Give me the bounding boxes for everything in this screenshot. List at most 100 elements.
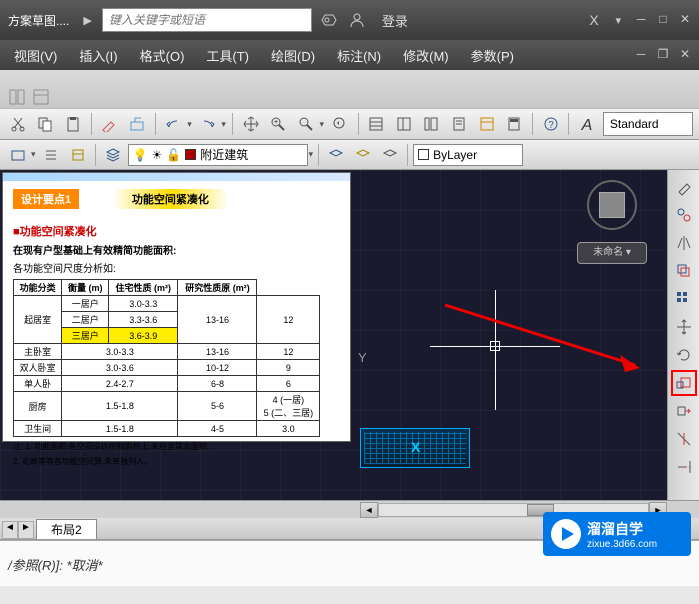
close-button[interactable]: ✕ <box>675 12 695 28</box>
layers-toolbar: ▾ 💡 ☀ 🔓 附近建筑 ▾ ByLayer <box>0 140 699 170</box>
watermark-title: 溜溜自学 <box>587 519 657 539</box>
erase-icon[interactable] <box>671 174 697 200</box>
properties-icon[interactable] <box>32 88 50 106</box>
menu-tools[interactable]: 工具(T) <box>196 42 259 69</box>
nav-bar[interactable]: 未命名 ▾ <box>577 242 647 264</box>
login-link[interactable]: 登录 <box>382 11 408 30</box>
tab-next-button[interactable]: ► <box>18 521 34 539</box>
undo-icon[interactable] <box>162 112 186 136</box>
help-icon[interactable]: ? <box>539 112 563 136</box>
zoom-previous-icon[interactable] <box>328 112 352 136</box>
scale-icon[interactable] <box>671 370 697 396</box>
move-icon[interactable] <box>671 314 697 340</box>
rotate-icon[interactable] <box>671 342 697 368</box>
search-icon[interactable] <box>318 9 340 31</box>
search-box[interactable] <box>102 8 312 32</box>
watermark: 溜溜自学 zixue.3d66.com <box>543 512 691 556</box>
redo-icon[interactable] <box>196 112 220 136</box>
menu-parametric[interactable]: 参数(P) <box>461 42 524 69</box>
svg-text:+: + <box>274 119 278 126</box>
sheet-set-icon[interactable] <box>447 112 471 136</box>
svg-text:A: A <box>581 117 593 133</box>
document-title: 方案草图.... <box>4 12 73 29</box>
embedded-document: 设计要点1 功能空间紧凑化 ■功能空间紧凑化 在现有户型基础上有效精简功能面积:… <box>2 172 351 442</box>
extend-icon[interactable] <box>671 454 697 480</box>
doc-note2: 2. 走廊等等各功能空间算,未单独列入。 <box>13 456 340 467</box>
menu-draw[interactable]: 绘图(D) <box>261 42 325 69</box>
sun-icon: ☀ <box>151 148 162 162</box>
menu-format[interactable]: 格式(O) <box>130 42 195 69</box>
zoom-realtime-icon[interactable]: + <box>266 112 290 136</box>
ribbon-gap <box>0 70 699 108</box>
copy-object-icon[interactable] <box>671 202 697 228</box>
lock-icon: 🔓 <box>166 148 181 162</box>
tool-palettes-icon[interactable] <box>420 112 444 136</box>
zoom-dropdown-icon[interactable]: ▾ <box>319 119 324 130</box>
svg-text:?: ? <box>548 120 554 131</box>
scroll-left-button[interactable]: ◄ <box>360 502 378 518</box>
trim-icon[interactable] <box>671 426 697 452</box>
markup-icon[interactable] <box>475 112 499 136</box>
paste-icon[interactable] <box>61 112 85 136</box>
text-style-dropdown[interactable]: Standard <box>603 112 693 136</box>
offset-icon[interactable] <box>671 258 697 284</box>
layer-dropdown-arrow-icon[interactable]: ▾ <box>309 149 314 160</box>
child-minimize-button[interactable]: ─ <box>631 47 651 63</box>
text-style-value: Standard <box>610 117 659 131</box>
layer-filter-icon[interactable] <box>378 143 402 167</box>
layer-color-swatch <box>185 149 196 160</box>
layer-dropdown[interactable]: 💡 ☀ 🔓 附近建筑 <box>128 144 308 166</box>
color-value: ByLayer <box>433 148 477 162</box>
zoom-window-icon[interactable] <box>294 112 318 136</box>
child-restore-button[interactable]: ❐ <box>653 47 673 63</box>
doc-table: 功能分类衡量 (m)住宅性质 (m²)研究性质原 (m²) 起居室一居户3.0-… <box>13 279 320 437</box>
watermark-url: zixue.3d66.com <box>587 539 657 550</box>
dropdown-icon[interactable]: ▾ <box>615 14 621 27</box>
array-icon[interactable] <box>671 286 697 312</box>
quickcalc-icon[interactable] <box>502 112 526 136</box>
tab-prev-button[interactable]: ◄ <box>2 521 18 539</box>
user-icon[interactable] <box>346 9 368 31</box>
child-close-button[interactable]: ✕ <box>675 47 695 63</box>
color-dropdown[interactable]: ByLayer <box>413 144 523 166</box>
copy-icon[interactable] <box>34 112 58 136</box>
doc-subheading2: 各功能空间尺度分析如: <box>13 260 340 275</box>
menu-dimension[interactable]: 标注(N) <box>327 42 391 69</box>
minimize-button[interactable]: ─ <box>631 12 651 28</box>
layer-manager-icon[interactable] <box>101 143 125 167</box>
tool-palette-icon[interactable] <box>8 88 26 106</box>
svg-text:X: X <box>590 12 600 28</box>
maximize-button[interactable]: □ <box>653 12 673 28</box>
match-properties-icon[interactable] <box>98 112 122 136</box>
block-editor-icon[interactable] <box>125 112 149 136</box>
menu-insert[interactable]: 插入(I) <box>69 42 127 69</box>
doc-badge2: 功能空间紧凑化 <box>112 189 229 209</box>
pan-icon[interactable] <box>239 112 263 136</box>
layout-tab[interactable]: 布局2 <box>36 519 97 539</box>
doc-note1: 注: 1. 功能面积:各空间设计控制面积上,未包含其余面积; <box>13 441 340 452</box>
search-input[interactable] <box>103 13 311 27</box>
layer-name: 附近建筑 <box>200 146 248 163</box>
layer-properties-icon[interactable] <box>66 143 90 167</box>
drawing-canvas[interactable]: 设计要点1 功能空间紧凑化 ■功能空间紧凑化 在现有户型基础上有效精简功能面积:… <box>0 170 667 500</box>
redo-dropdown-icon[interactable]: ▾ <box>221 119 226 130</box>
title-bar: 方案草图.... ▶ 登录 X ▾ ─ □ ✕ <box>0 0 699 40</box>
viewcube[interactable] <box>587 180 637 230</box>
workspace-dropdown-icon[interactable]: ▾ <box>31 149 36 160</box>
layer-state-icon[interactable] <box>351 143 375 167</box>
menu-view[interactable]: 视图(V) <box>4 42 67 69</box>
exchange-icon[interactable]: X <box>583 9 605 31</box>
annotation-arrow <box>440 300 660 380</box>
mirror-icon[interactable] <box>671 230 697 256</box>
menu-modify[interactable]: 修改(M) <box>393 42 459 69</box>
properties-icon[interactable] <box>365 112 389 136</box>
layer-previous-icon[interactable] <box>324 143 348 167</box>
undo-dropdown-icon[interactable]: ▾ <box>187 119 192 130</box>
design-center-icon[interactable] <box>392 112 416 136</box>
layer-list-icon[interactable] <box>39 143 63 167</box>
text-style-icon[interactable]: A <box>575 112 599 136</box>
stretch-icon[interactable] <box>671 398 697 424</box>
workspace-icon[interactable] <box>6 143 30 167</box>
blueprint-thumbnail: X <box>360 428 470 468</box>
cut-icon[interactable] <box>6 112 30 136</box>
